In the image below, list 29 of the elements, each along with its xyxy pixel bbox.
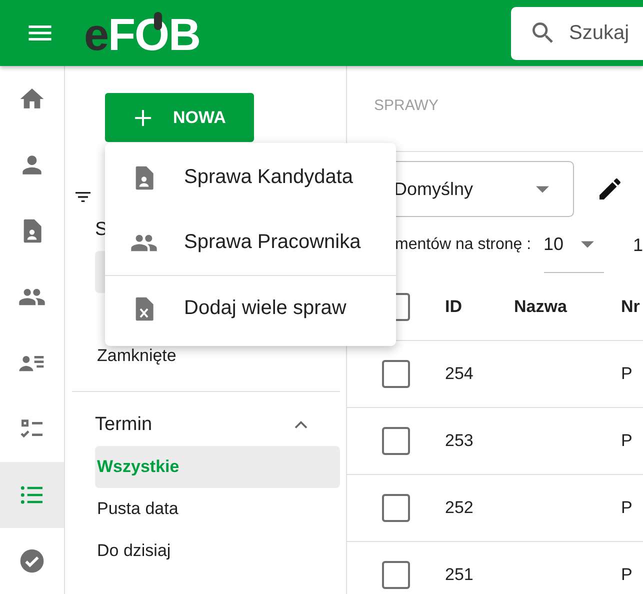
row-checkbox[interactable] [382,561,410,589]
table-cell-text: 252 [445,498,474,518]
table-cell-text: 254 [445,364,474,384]
column-header[interactable]: ID [445,296,514,316]
table-cell-text: P [621,565,634,585]
row-checkbox[interactable] [382,494,410,522]
column-header[interactable]: Nazwa [514,296,621,316]
table-cell-text: 251 [445,565,474,585]
table-cell-text: P [621,364,634,384]
table-cell-text: P [621,431,634,451]
page-range: 1 [632,234,643,256]
logo: eFOB [84,9,200,61]
row-checkbox[interactable] [382,427,410,455]
filter-option[interactable]: Do dzisiaj [95,530,340,572]
new-button[interactable]: NOWA [105,93,254,142]
table-cell-text: P [621,498,634,518]
search-field[interactable]: Szukaj [511,6,643,60]
column-header[interactable]: Nr [621,296,643,316]
filter-option[interactable]: Pusta data [95,488,340,530]
check-circle-icon [18,547,46,575]
page-size-label: mentów na stronę : [395,236,532,254]
caret-icon [580,241,594,248]
page-size-select[interactable]: 10 [544,217,604,273]
table-cell-text: 253 [445,431,474,451]
nav-rail-item[interactable] [0,462,64,528]
row-checkbox[interactable] [382,360,410,388]
filter-group-heading: Termin [95,414,152,436]
breadcrumb: SPRAWY [374,97,438,114]
caret-icon [536,186,549,192]
